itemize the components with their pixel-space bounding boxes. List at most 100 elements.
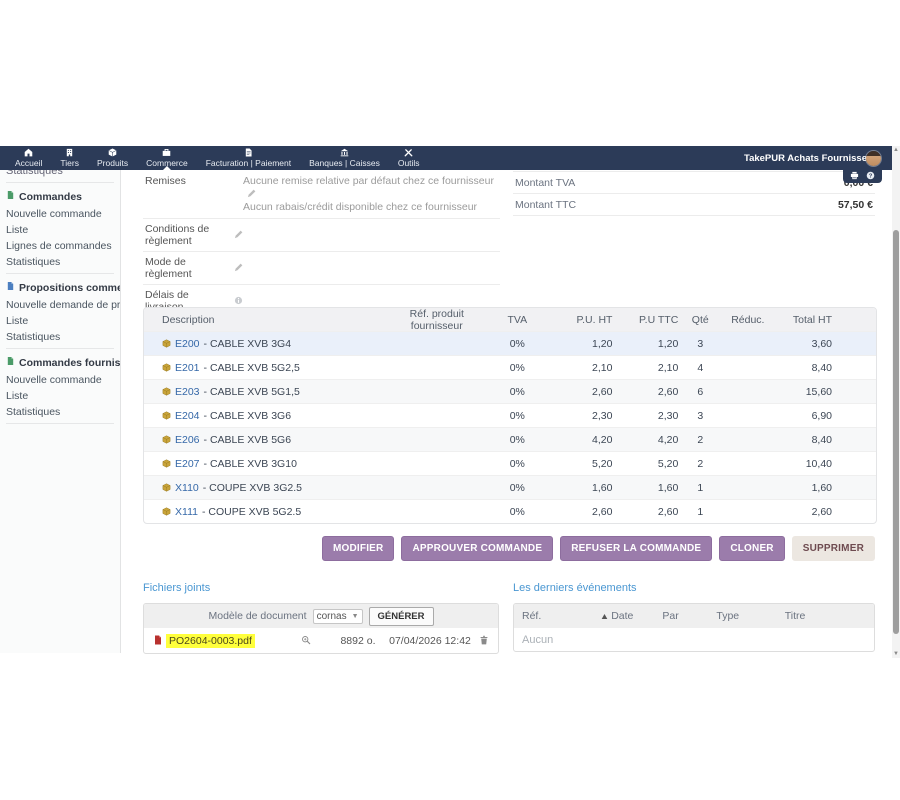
- line-total-ht: 10,40: [773, 458, 832, 470]
- line-tva: 0%: [488, 434, 547, 446]
- sidebar-item-cut[interactable]: Statistiques: [0, 170, 120, 179]
- print-icon[interactable]: [850, 171, 859, 180]
- product-ref-link[interactable]: E201: [175, 362, 200, 374]
- modifier-button[interactable]: MODIFIER: [322, 536, 395, 561]
- sidebar-divider: [6, 423, 114, 424]
- line-total-ht: 2,60: [773, 506, 832, 518]
- product-cube-icon: [162, 411, 171, 420]
- line-description: E201 - CABLE XVB 5G2,5: [144, 362, 386, 374]
- sidebar-item-nouvelle-demande-de-prix[interactable]: Nouvelle demande de prix: [0, 297, 120, 313]
- edit-pencil-icon[interactable]: [234, 229, 243, 241]
- products-icon: [108, 148, 117, 157]
- help-icon[interactable]: ?: [866, 171, 875, 180]
- line-row[interactable]: E201 - CABLE XVB 5G2,50%2,102,1048,40: [144, 355, 876, 379]
- column-header: P.U. HT: [547, 314, 613, 326]
- preview-zoom-icon[interactable]: [285, 635, 327, 647]
- line-row[interactable]: X110 - COUPE XVB 3G2.50%1,601,6011,60: [144, 475, 876, 499]
- nav-item-label: Facturation | Paiement: [206, 158, 291, 168]
- nav-item-produits[interactable]: Produits: [88, 146, 137, 170]
- sidebar-section-commandes[interactable]: Commandes: [0, 186, 120, 206]
- product-ref-link[interactable]: E207: [175, 458, 200, 470]
- sidebar-item-lignes-de-commandes[interactable]: Lignes de commandes: [0, 238, 120, 254]
- field-label: Remises: [145, 175, 243, 187]
- line-qty: 2: [678, 458, 722, 470]
- nav-item-accueil[interactable]: Accueil: [6, 146, 51, 170]
- cloner-button[interactable]: CLONER: [719, 536, 784, 561]
- line-description: X110 - COUPE XVB 3G2.5: [144, 482, 386, 494]
- line-qty: 3: [678, 410, 722, 422]
- edit-pencil-icon[interactable]: [247, 188, 256, 200]
- line-pu-ht: 1,60: [547, 482, 613, 494]
- events-column-header[interactable]: Par: [654, 610, 708, 622]
- approuver-commande-button[interactable]: APPROUVER COMMANDE: [401, 536, 553, 561]
- column-header: Réduc.: [722, 314, 773, 326]
- product-ref-link[interactable]: X111: [175, 506, 198, 518]
- nav-item-commerce[interactable]: Commerce: [137, 146, 197, 170]
- scroll-down-arrow[interactable]: ▼: [892, 650, 900, 658]
- line-row[interactable]: X111 - COUPE XVB 5G2.50%2,602,6012,60: [144, 499, 876, 523]
- bank-icon: [340, 148, 349, 157]
- events-column-header[interactable]: Type: [708, 610, 776, 622]
- line-row[interactable]: E204 - CABLE XVB 3G60%2,302,3036,90: [144, 403, 876, 427]
- line-description: E207 - CABLE XVB 3G10: [144, 458, 386, 470]
- document-model-select[interactable]: cornas▼: [313, 609, 363, 624]
- sidebar-item-statistiques[interactable]: Statistiques: [0, 329, 120, 345]
- column-header: Description: [144, 314, 386, 326]
- line-total-ht: 1,60: [773, 482, 832, 494]
- total-label: Montant TVA: [515, 177, 575, 189]
- scrollbar-thumb[interactable]: [893, 230, 899, 634]
- line-row[interactable]: E206 - CABLE XVB 5G60%4,204,2028,40: [144, 427, 876, 451]
- product-ref-link[interactable]: E203: [175, 386, 200, 398]
- line-row[interactable]: E203 - CABLE XVB 5G1,50%2,602,60615,60: [144, 379, 876, 403]
- product-ref-link[interactable]: E200: [175, 338, 200, 350]
- product-cube-icon: [162, 363, 171, 372]
- line-pu-ttc: 2,10: [612, 362, 678, 374]
- attachment-file-row: PO2604-0003.pdf 8892 o. 07/04/2026 12:42: [144, 628, 498, 653]
- events-column-header[interactable]: Réf.: [514, 610, 593, 622]
- scroll-up-arrow[interactable]: ▲: [892, 146, 900, 154]
- generate-button[interactable]: GÉNÉRER: [369, 607, 434, 626]
- field-value-line: Aucun rabais/crédit disponible chez ce f…: [243, 201, 500, 214]
- sidebar-item-liste[interactable]: Liste: [0, 222, 120, 238]
- trash-icon[interactable]: [471, 635, 489, 647]
- sidebar-item-nouvelle-commande[interactable]: Nouvelle commande: [0, 206, 120, 222]
- vertical-scrollbar[interactable]: ▲ ▼: [892, 146, 900, 658]
- product-ref-link[interactable]: X110: [175, 482, 199, 494]
- product-ref-link[interactable]: E206: [175, 434, 200, 446]
- refuser-la-commande-button[interactable]: REFUSER LA COMMANDE: [560, 536, 712, 561]
- field-label-text: Mode de règlement: [145, 256, 230, 280]
- sidebar-item-statistiques[interactable]: Statistiques: [0, 254, 120, 270]
- nav-item-facturation-paiement[interactable]: Facturation | Paiement: [197, 146, 300, 170]
- sidebar-item-nouvelle-commande[interactable]: Nouvelle commande: [0, 372, 120, 388]
- line-description: E203 - CABLE XVB 5G1,5: [144, 386, 386, 398]
- product-ref-link[interactable]: E204: [175, 410, 200, 422]
- sidebar-section-title: Commandes fournisseurs: [19, 357, 120, 369]
- attachment-file-link[interactable]: PO2604-0003.pdf: [166, 634, 255, 648]
- line-row[interactable]: E200 - CABLE XVB 3G40%1,201,2033,60: [144, 331, 876, 355]
- nav-item-tiers[interactable]: Tiers: [51, 146, 88, 170]
- sidebar-item-liste[interactable]: Liste: [0, 313, 120, 329]
- sidebar-item-liste[interactable]: Liste: [0, 388, 120, 404]
- nav-item-outils[interactable]: Outils: [389, 146, 429, 170]
- sidebar-section-commandes-fournisseurs[interactable]: Commandes fournisseurs: [0, 352, 120, 372]
- sidebar-item-statistiques[interactable]: Statistiques: [0, 404, 120, 420]
- quick-tools-bar: ?: [843, 170, 882, 183]
- field-row-remises: RemisesAucune remise relative par défaut…: [143, 171, 500, 219]
- sidebar-section-propositions-commerciale-[interactable]: Propositions commerciale …: [0, 277, 120, 297]
- field-value-line: Aucune remise relative par défaut chez c…: [243, 175, 500, 201]
- thirdparty-icon: [65, 148, 74, 157]
- line-qty: 1: [678, 506, 722, 518]
- events-title: Les derniers événements: [513, 582, 875, 594]
- user-menu[interactable]: TakePUR Achats Fournisse: [740, 146, 900, 170]
- avatar[interactable]: [866, 151, 881, 166]
- supprimer-button[interactable]: SUPPRIMER: [792, 536, 875, 561]
- events-column-header[interactable]: Titre: [777, 610, 874, 622]
- line-pu-ht: 5,20: [547, 458, 613, 470]
- line-description: E200 - CABLE XVB 3G4: [144, 338, 386, 350]
- line-row[interactable]: E207 - CABLE XVB 3G100%5,205,20210,40: [144, 451, 876, 475]
- line-qty: 4: [678, 362, 722, 374]
- events-column-header[interactable]: Date: [593, 610, 654, 622]
- edit-pencil-icon[interactable]: [234, 262, 243, 274]
- nav-item-banques-caisses[interactable]: Banques | Caisses: [300, 146, 389, 170]
- field-label: Conditions de règlement: [145, 223, 243, 247]
